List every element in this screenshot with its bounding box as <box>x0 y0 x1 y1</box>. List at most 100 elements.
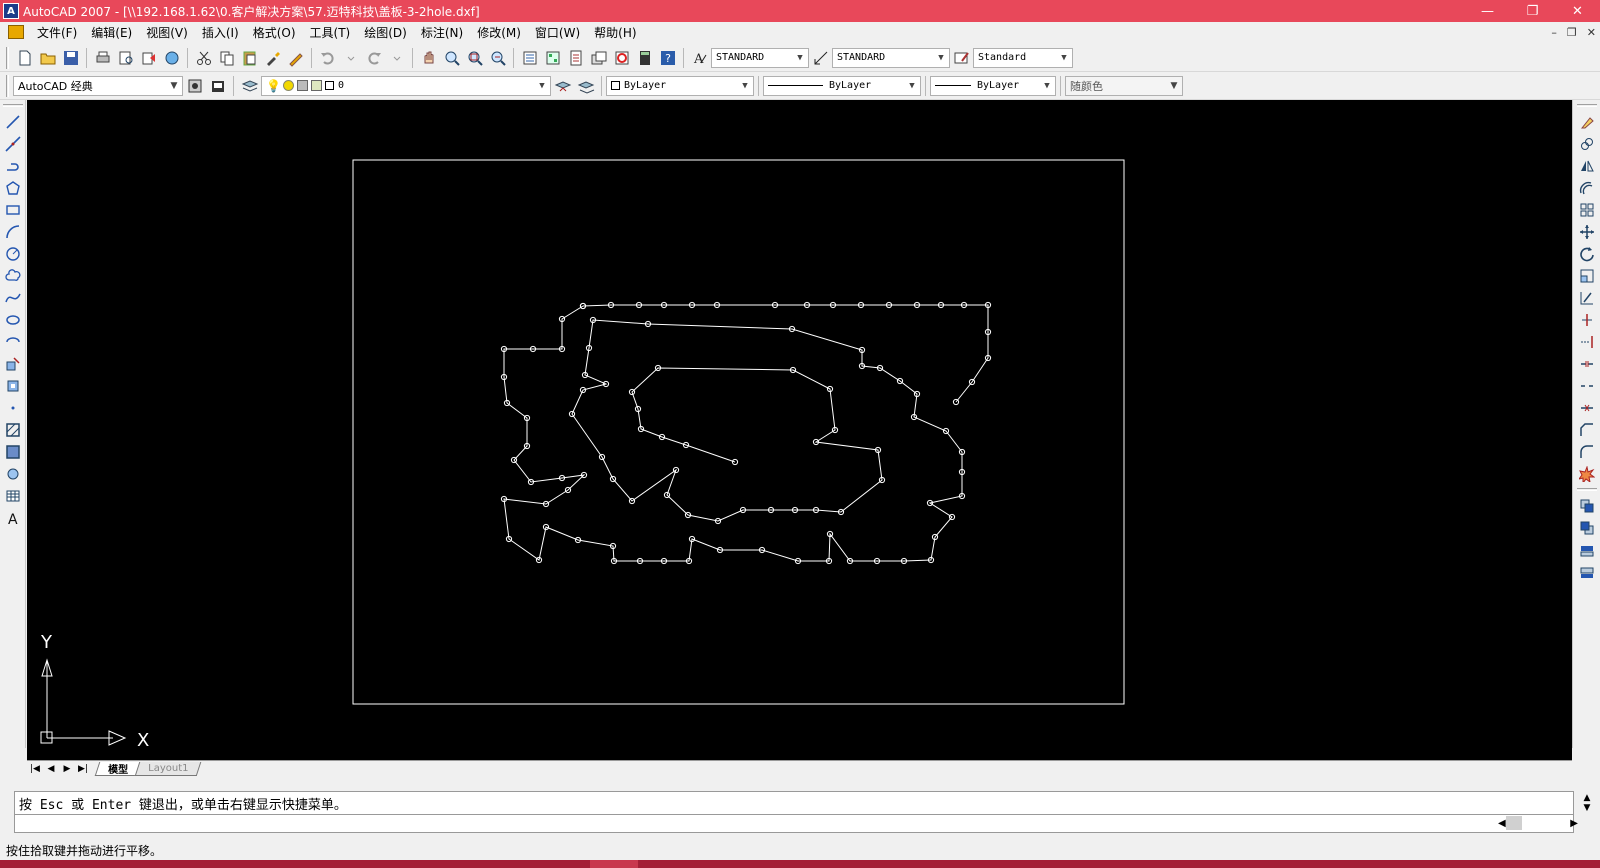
hatch-button[interactable] <box>2 419 24 440</box>
toolbar-grip[interactable] <box>6 46 9 69</box>
new-file-button[interactable] <box>14 47 36 69</box>
scale-button[interactable] <box>1576 265 1598 286</box>
toolbar-grip[interactable] <box>1576 104 1597 107</box>
draworder-under-button[interactable] <box>1576 561 1598 582</box>
linetype-combo[interactable]: ByLayer ▼ <box>763 75 921 96</box>
close-button[interactable]: ✕ <box>1555 0 1600 22</box>
tool-palettes-button[interactable] <box>565 47 587 69</box>
insert-block-button[interactable] <box>2 353 24 374</box>
block-editor-button[interactable] <box>285 47 307 69</box>
open-file-button[interactable] <box>37 47 59 69</box>
workspace-combo[interactable]: AutoCAD 经典 ▼ <box>13 75 183 96</box>
text-style-combo[interactable]: STANDARD ▼ <box>711 47 809 68</box>
menu-view[interactable]: 视图(V) <box>139 24 195 41</box>
toolbar-grip[interactable] <box>6 74 9 97</box>
draworder-front-button[interactable] <box>1576 495 1598 516</box>
rotate-button[interactable] <box>1576 243 1598 264</box>
3d-dwf-button[interactable] <box>161 47 183 69</box>
pan-realtime-button[interactable] <box>418 47 440 69</box>
taskbar-active-app[interactable] <box>590 860 638 868</box>
erase-button[interactable] <box>1576 111 1598 132</box>
zoom-previous-button[interactable] <box>487 47 509 69</box>
quickcalc-button[interactable] <box>634 47 656 69</box>
match-properties-button[interactable] <box>262 47 284 69</box>
doc-close-button[interactable]: ✕ <box>1587 26 1596 39</box>
ellipse-arc-button[interactable] <box>2 331 24 352</box>
last-tab-button[interactable]: ▶| <box>75 762 91 776</box>
menu-draw[interactable]: 绘图(D) <box>357 24 414 41</box>
drawing-limits-rectangle[interactable] <box>352 159 1125 705</box>
join-button[interactable] <box>1576 397 1598 418</box>
chevron-down-icon[interactable]: ▼ <box>1584 803 1591 813</box>
menu-tools[interactable]: 工具(T) <box>303 24 358 41</box>
menu-edit[interactable]: 编辑(E) <box>84 24 139 41</box>
region-button[interactable] <box>2 463 24 484</box>
extend-button[interactable] <box>1576 331 1598 352</box>
make-object-layer-current-button[interactable] <box>552 75 574 97</box>
drawing-area[interactable]: Y X <box>27 100 1572 760</box>
layer-previous-button[interactable] <box>575 75 597 97</box>
ellipse-button[interactable] <box>2 309 24 330</box>
dimension-style-combo[interactable]: STANDARD ▼ <box>832 47 950 68</box>
help-button[interactable]: ? <box>657 47 679 69</box>
first-tab-button[interactable]: |◀ <box>27 762 43 776</box>
rectangle-button[interactable] <box>2 199 24 220</box>
sheet-set-manager-button[interactable] <box>588 47 610 69</box>
zoom-realtime-button[interactable] <box>441 47 463 69</box>
draworder-back-button[interactable] <box>1576 517 1598 538</box>
polygon-button[interactable] <box>2 177 24 198</box>
multiline-text-button[interactable]: A <box>2 507 24 528</box>
save-button[interactable] <box>60 47 82 69</box>
trim-button[interactable] <box>1576 309 1598 330</box>
mirror-button[interactable] <box>1576 155 1598 176</box>
menu-format[interactable]: 格式(O) <box>246 24 303 41</box>
menu-modify[interactable]: 修改(M) <box>470 24 528 41</box>
next-tab-button[interactable]: ▶ <box>59 762 75 776</box>
outer-contour-polyline[interactable] <box>582 304 989 403</box>
zoom-window-button[interactable] <box>464 47 486 69</box>
menu-window[interactable]: 窗口(W) <box>528 24 587 41</box>
color-combo[interactable]: ByLayer ▼ <box>606 75 754 96</box>
revision-cloud-button[interactable] <box>2 265 24 286</box>
chevron-up-icon[interactable]: ▲ <box>1584 793 1591 803</box>
gradient-button[interactable] <box>2 441 24 462</box>
circle-button[interactable] <box>2 243 24 264</box>
lineweight-combo[interactable]: ByLayer ▼ <box>930 75 1056 96</box>
make-block-button[interactable] <box>2 375 24 396</box>
copy-button[interactable] <box>1576 133 1598 154</box>
layer-properties-button[interactable] <box>239 75 261 97</box>
text-style-button[interactable]: A <box>689 47 711 69</box>
chamfer-button[interactable] <box>1576 419 1598 440</box>
document-icon[interactable] <box>8 25 24 39</box>
copy-button[interactable] <box>216 47 238 69</box>
dimension-style-button[interactable] <box>810 47 832 69</box>
plot-preview-button[interactable] <box>115 47 137 69</box>
array-button[interactable] <box>1576 199 1598 220</box>
point-button[interactable] <box>2 397 24 418</box>
chevron-right-icon[interactable]: ▶ <box>1570 818 1578 829</box>
paste-button[interactable] <box>239 47 261 69</box>
restore-button[interactable]: ❐ <box>1510 0 1555 22</box>
command-vertical-scrollbar[interactable]: ▲ ▼ <box>1580 793 1594 813</box>
layer-combo[interactable]: 💡 0 ▼ <box>261 75 551 96</box>
command-input[interactable] <box>14 815 1574 833</box>
command-horizontal-scrollbar[interactable]: ◀ ▶ <box>1498 815 1578 831</box>
properties-button[interactable] <box>519 47 541 69</box>
chevron-left-icon[interactable]: ◀ <box>1498 818 1506 829</box>
arc-button[interactable] <box>2 221 24 242</box>
design-center-button[interactable] <box>542 47 564 69</box>
toolbar-grip[interactable] <box>2 104 23 107</box>
autocad-app-icon[interactable]: A <box>3 3 19 19</box>
spline-button[interactable] <box>2 287 24 308</box>
undo-dropdown[interactable] <box>340 47 362 69</box>
cut-button[interactable] <box>193 47 215 69</box>
redo-button[interactable] <box>363 47 385 69</box>
explode-button[interactable] <box>1576 463 1598 484</box>
scroll-thumb[interactable] <box>1505 816 1522 830</box>
menu-insert[interactable]: 插入(I) <box>195 24 246 41</box>
draworder-above-button[interactable] <box>1576 539 1598 560</box>
doc-restore-button[interactable]: ❐ <box>1567 26 1577 39</box>
menu-help[interactable]: 帮助(H) <box>587 24 643 41</box>
break-button[interactable] <box>1576 375 1598 396</box>
markup-set-manager-button[interactable] <box>611 47 633 69</box>
